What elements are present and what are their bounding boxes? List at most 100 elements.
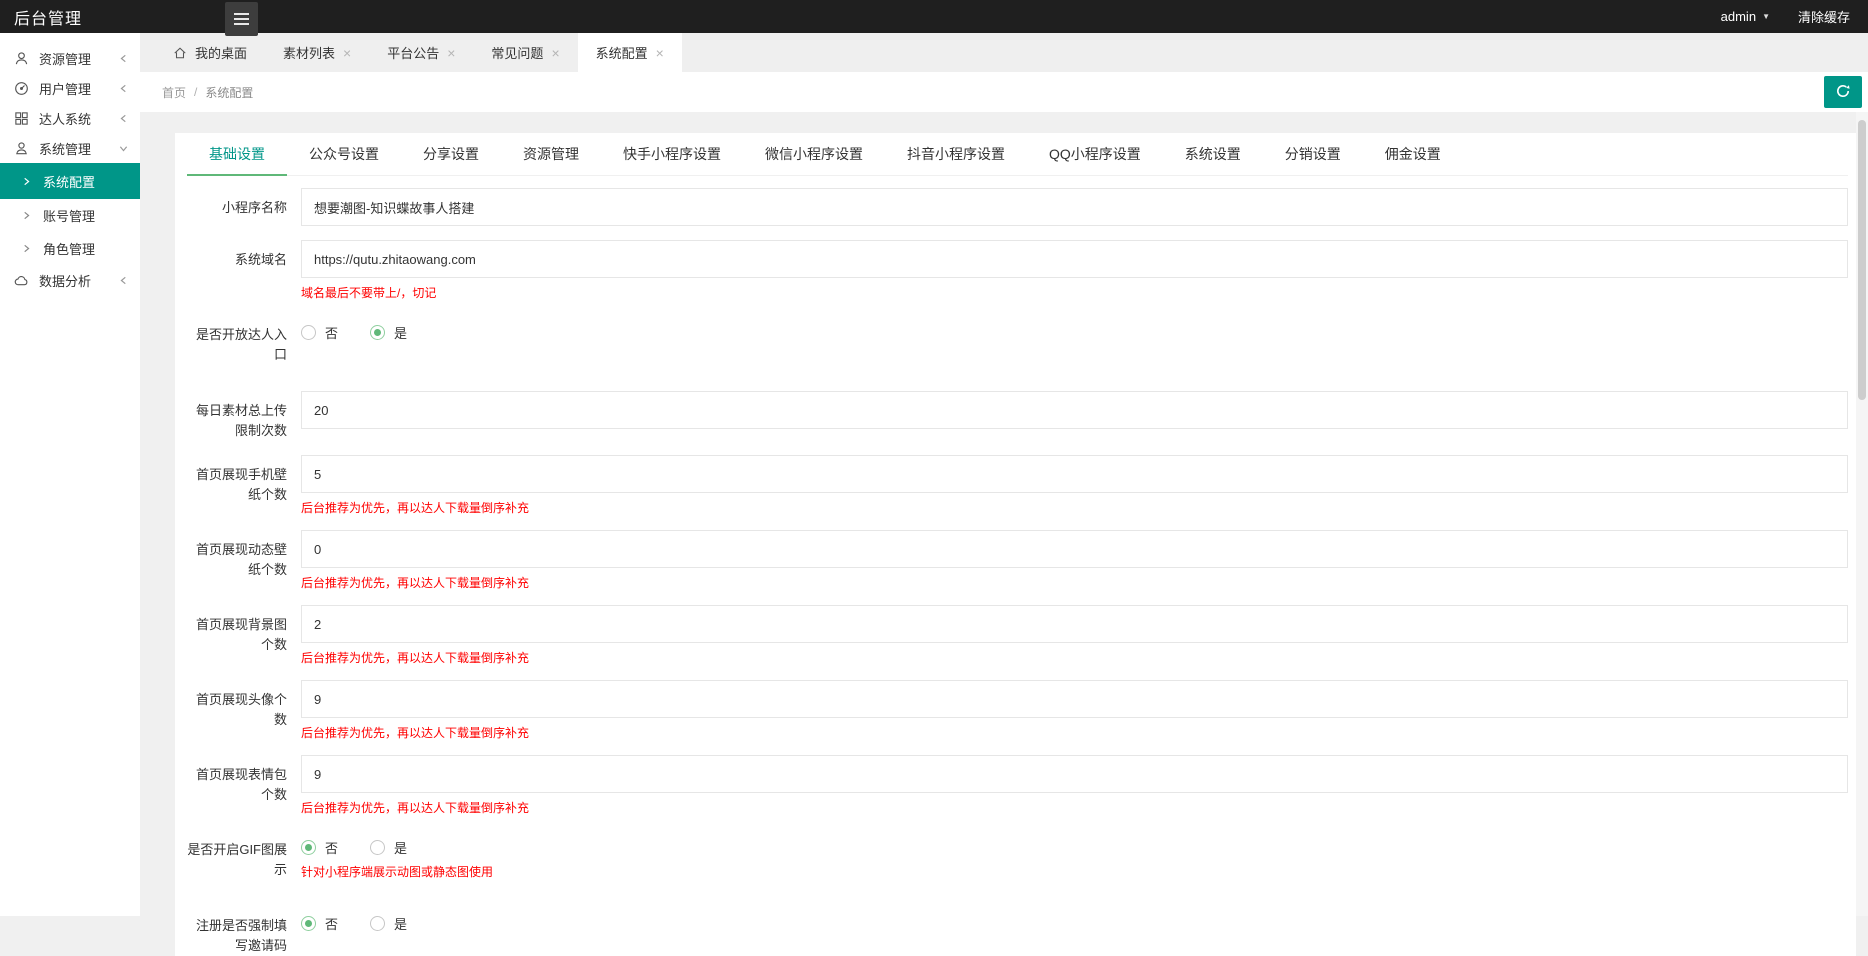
radio-unchecked-icon[interactable]	[370, 916, 386, 931]
radio-checked-icon[interactable]	[370, 325, 386, 340]
open-tab-label: 常见问题	[491, 46, 544, 61]
setting-tab-10[interactable]: 佣金设置	[1363, 133, 1463, 175]
sidebar-item-label: 达人系统	[39, 111, 92, 127]
home-phone-wallpaper-count-input[interactable]	[301, 455, 1848, 493]
chevron-right-icon	[22, 211, 31, 220]
daily-upload-limit-input[interactable]	[301, 391, 1848, 429]
sidebar-item-1[interactable]: 用户管理	[0, 73, 140, 103]
field-label-home-emoji-count: 首页展现表情包个数	[195, 767, 287, 802]
field-label-home-phone-wallpaper-count: 首页展现手机壁纸个数	[195, 467, 287, 502]
menu-toggle-button[interactable]	[225, 2, 258, 36]
setting-tab-5[interactable]: 微信小程序设置	[743, 133, 885, 175]
dashboard-icon	[14, 81, 29, 96]
setting-tabs: 基础设置 公众号设置 分享设置 资源管理 快手小程序设置 微信小程序设置 抖音小程序设置 QQ…	[187, 133, 1848, 176]
caret-down-icon: ▼	[1762, 12, 1770, 21]
main-area: 我的桌面 素材列表 × 平台公告 × 常见问题 × 系统配置 × 首页 / 系统配置 基础设置公…	[140, 33, 1868, 956]
open-tab-1[interactable]: 素材列表 ×	[265, 33, 369, 72]
close-tab-icon[interactable]: ×	[551, 46, 559, 60]
sidebar-subitem-0[interactable]: 系统配置	[0, 163, 140, 199]
breadcrumb-separator: /	[194, 85, 198, 99]
sidebar-item-label: 用户管理	[39, 81, 92, 97]
settings-card: 基础设置 公众号设置 分享设置 资源管理 快手小程序设置 微信小程序设置 抖音小程序设置 QQ…	[175, 133, 1856, 956]
field-label-home-background-count: 首页展现背景图个数	[195, 617, 287, 652]
enable-gif-display-option-1[interactable]: 是	[370, 838, 407, 857]
radio-option-label: 是	[394, 841, 408, 856]
chevron-left-icon	[119, 276, 128, 285]
settings-form: 小程序名称系统域名域名最后不要带上/，切记是否开放达人入口否是每日素材总上传限制…	[187, 176, 1848, 956]
user-icon	[14, 51, 29, 66]
form-row-mini-program-name: 小程序名称	[187, 188, 1848, 226]
field-hint-home-phone-wallpaper-count: 后台推荐为优先，再以达人下载量倒序补充	[301, 501, 530, 515]
breadcrumb-current: 系统配置	[205, 85, 254, 100]
home-avatar-count-input[interactable]	[301, 680, 1848, 718]
chevron-right-icon	[22, 244, 31, 253]
form-row-home-emoji-count: 首页展现表情包个数后台推荐为优先，再以达人下载量倒序补充	[187, 755, 1848, 816]
refresh-button[interactable]	[1824, 76, 1862, 108]
register-force-invite-code-radio-group: 否是	[301, 906, 1848, 933]
setting-tab-1[interactable]: 公众号设置	[287, 133, 401, 175]
setting-tab-9[interactable]: 分销设置	[1263, 133, 1363, 175]
radio-checked-icon[interactable]	[301, 916, 316, 931]
field-hint-system-domain: 域名最后不要带上/，切记	[301, 286, 437, 300]
breadcrumb: 首页 / 系统配置	[140, 72, 1868, 112]
sidebar-item-2[interactable]: 达人系统	[0, 103, 140, 133]
scrollbar-track[interactable]	[1856, 112, 1868, 916]
setting-tab-8[interactable]: 系统设置	[1163, 133, 1263, 175]
setting-tab-7[interactable]: QQ小程序设置	[1027, 133, 1163, 175]
tab-bar: 我的桌面 素材列表 × 平台公告 × 常见问题 × 系统配置 ×	[140, 33, 1868, 72]
scrollbar-thumb[interactable]	[1858, 120, 1866, 400]
field-hint-home-avatar-count: 后台推荐为优先，再以达人下载量倒序补充	[301, 726, 530, 740]
home-emoji-count-input[interactable]	[301, 755, 1848, 793]
open-tab-3[interactable]: 常见问题 ×	[473, 33, 577, 72]
mini-program-name-input[interactable]	[301, 188, 1848, 226]
field-hint-home-emoji-count: 后台推荐为优先，再以达人下载量倒序补充	[301, 801, 530, 815]
setting-tab-6[interactable]: 抖音小程序设置	[885, 133, 1027, 175]
hamburger-icon	[234, 13, 249, 15]
content-area: 基础设置 公众号设置 分享设置 资源管理 快手小程序设置 微信小程序设置 抖音小程序设置 QQ…	[140, 112, 1868, 956]
sidebar-subitem-2[interactable]: 角色管理	[0, 232, 140, 265]
sidebar-item-label: 系统管理	[39, 141, 92, 157]
clear-cache-button[interactable]: 清除缓存	[1798, 7, 1850, 26]
setting-tab-0[interactable]: 基础设置	[187, 133, 287, 176]
home-background-count-input[interactable]	[301, 605, 1848, 643]
radio-option-label: 是	[394, 917, 408, 932]
open-daren-entry-option-0[interactable]: 否	[301, 323, 338, 342]
setting-tab-3[interactable]: 资源管理	[501, 133, 601, 175]
radio-checked-icon[interactable]	[301, 840, 316, 855]
radio-unchecked-icon[interactable]	[370, 840, 386, 855]
register-force-invite-code-option-1[interactable]: 是	[370, 914, 407, 933]
sidebar-item-4[interactable]: 数据分析	[0, 265, 140, 295]
setting-tab-4[interactable]: 快手小程序设置	[601, 133, 743, 175]
enable-gif-display-radio-group: 否是	[301, 830, 1848, 857]
chevron-right-icon	[22, 177, 31, 186]
open-daren-entry-radio-group: 否是	[301, 315, 1848, 342]
sidebar-item-label: 资源管理	[39, 51, 92, 67]
sidebar-item-0[interactable]: 资源管理	[0, 43, 140, 73]
close-tab-icon[interactable]: ×	[447, 46, 455, 60]
user-menu[interactable]: admin ▼	[1721, 9, 1770, 24]
chevron-left-icon	[119, 54, 128, 63]
field-label-home-avatar-count: 首页展现头像个数	[195, 692, 287, 727]
close-tab-icon[interactable]: ×	[656, 46, 664, 60]
chevron-left-icon	[119, 84, 128, 93]
open-daren-entry-option-1[interactable]: 是	[370, 323, 407, 342]
field-label-system-domain: 系统域名	[234, 252, 287, 267]
enable-gif-display-option-0[interactable]: 否	[301, 838, 338, 857]
home-live-wallpaper-count-input[interactable]	[301, 530, 1848, 568]
sidebar-subitem-1[interactable]: 账号管理	[0, 199, 140, 232]
field-label-open-daren-entry: 是否开放达人入口	[195, 327, 287, 362]
register-force-invite-code-option-0[interactable]: 否	[301, 914, 338, 933]
grid-icon	[14, 111, 29, 126]
radio-unchecked-icon[interactable]	[301, 325, 316, 340]
close-tab-icon[interactable]: ×	[343, 46, 351, 60]
field-hint-enable-gif-display: 针对小程序端展示动图或静态图使用	[301, 865, 494, 879]
setting-tab-2[interactable]: 分享设置	[401, 133, 501, 175]
open-tab-4[interactable]: 系统配置 ×	[577, 33, 682, 72]
system-domain-input[interactable]	[301, 240, 1848, 278]
open-tab-0[interactable]: 我的桌面	[155, 33, 265, 72]
breadcrumb-home[interactable]: 首页	[162, 84, 186, 101]
sidebar-item-3[interactable]: 系统管理	[0, 133, 140, 163]
form-row-open-daren-entry: 是否开放达人入口否是	[187, 315, 1848, 365]
open-tab-2[interactable]: 平台公告 ×	[369, 33, 473, 72]
form-row-home-phone-wallpaper-count: 首页展现手机壁纸个数后台推荐为优先，再以达人下载量倒序补充	[187, 455, 1848, 516]
